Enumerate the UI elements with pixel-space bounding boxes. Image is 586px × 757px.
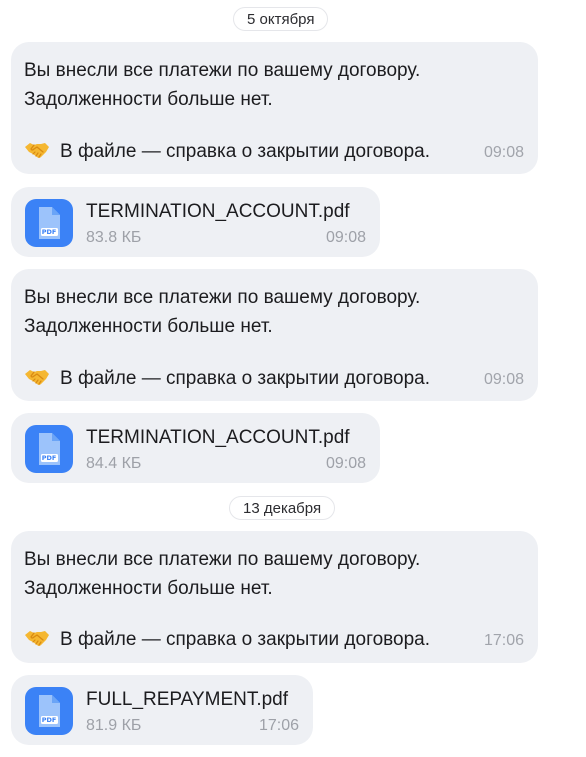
handshake-icon [24,628,50,648]
file-name: TERMINATION_ACCOUNT.pdf [86,427,350,448]
file-name: FULL_REPAYMENT.pdf [86,689,289,710]
date-separator: 13 декабря [229,496,336,520]
file-attachment[interactable]: PDF FULL_REPAYMENT.pdf 81.9 КБ 17:06 [11,675,313,745]
message-time: 17:06 [483,632,524,649]
message-line: Задолженности больше нет. [24,89,273,110]
file-time: 17:06 [258,717,299,734]
message-line: Вы внесли все платежи по вашему договору… [24,287,421,308]
date-label: 13 декабря [243,500,322,517]
pdf-icon-label: PDF [42,716,57,724]
message-line: Вы внесли все платежи по вашему договору… [24,60,421,81]
file-size: 84.4 КБ [86,455,142,472]
message-footer: В файле — справка о закрытии договора. [24,628,430,652]
pdf-icon-label: PDF [42,454,57,462]
file-attachment[interactable]: PDF TERMINATION_ACCOUNT.pdf 84.4 КБ 09:0… [11,413,380,483]
message-footer-text: В файле — справка о закрытии договора. [60,368,431,389]
handshake-icon [24,367,50,387]
handshake-icon [24,140,50,160]
pdf-file-icon: PDF [25,199,73,247]
message-time: 09:08 [483,371,524,388]
message-time: 09:08 [483,144,524,161]
message-text: Вы внесли все платежи по вашему договору… [24,56,420,114]
file-time: 09:08 [325,455,366,472]
date-label: 5 октября [247,11,315,28]
message-footer-text: В файле — справка о закрытии договора. [60,141,431,162]
message-text: Вы внесли все платежи по вашему договору… [24,283,420,341]
message-footer: В файле — справка о закрытии договора. [24,367,430,391]
chat-feed: 5 октября Вы внесли все платежи по вашем… [0,0,586,757]
file-time: 09:08 [325,229,366,246]
date-separator: 5 октября [233,7,329,31]
message-line: Задолженности больше нет. [24,578,273,599]
message-bubble[interactable]: Вы внесли все платежи по вашему договору… [11,42,538,174]
file-size: 81.9 КБ [86,717,142,734]
pdf-file-icon: PDF [25,425,73,473]
message-text: Вы внесли все платежи по вашему договору… [24,545,420,603]
message-line: Вы внесли все платежи по вашему договору… [24,549,421,570]
message-bubble[interactable]: Вы внесли все платежи по вашему договору… [11,531,538,663]
pdf-icon-label: PDF [42,228,57,236]
message-footer: В файле — справка о закрытии договора. [24,140,430,164]
file-size: 83.8 КБ [86,229,142,246]
message-bubble[interactable]: Вы внесли все платежи по вашему договору… [11,269,538,401]
file-attachment[interactable]: PDF TERMINATION_ACCOUNT.pdf 83.8 КБ 09:0… [11,187,380,257]
file-name: TERMINATION_ACCOUNT.pdf [86,201,350,222]
message-footer-text: В файле — справка о закрытии договора. [60,629,431,650]
message-line: Задолженности больше нет. [24,316,273,337]
pdf-file-icon: PDF [25,687,73,735]
